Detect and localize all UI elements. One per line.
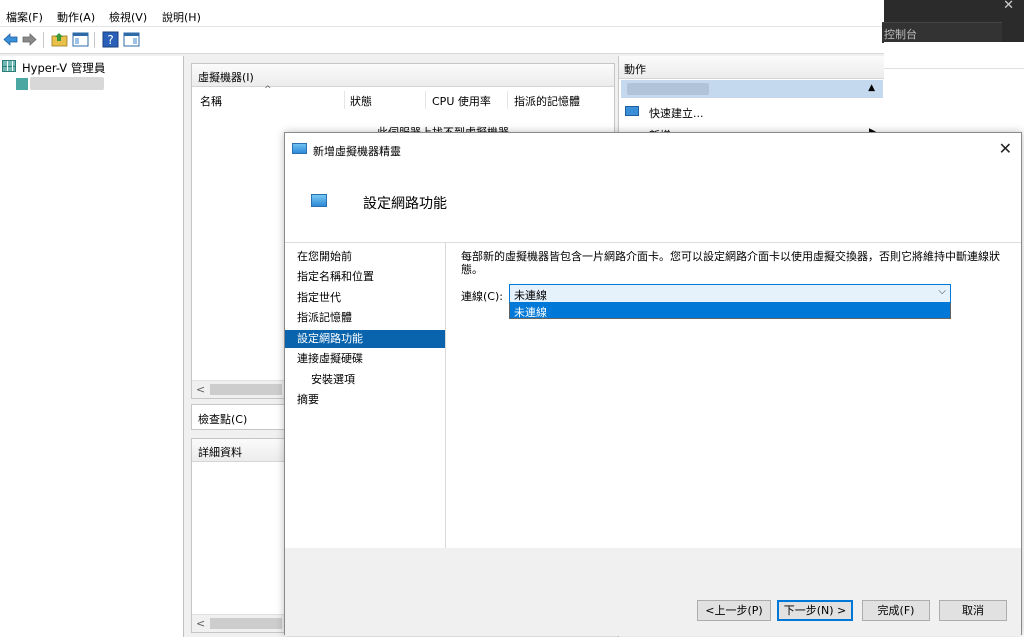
step-virtual-hard-disk[interactable]: 連接虛擬硬碟 [285, 350, 445, 368]
menu-file[interactable]: 檔案(F) [6, 9, 43, 25]
wizard-title-bar[interactable]: 新增虛擬機器精靈 ✕ [285, 133, 1021, 165]
action-quick-create-label: 快速建立... [649, 107, 704, 120]
close-icon[interactable]: ✕ [1003, 0, 1014, 13]
menu-help[interactable]: 說明(H) [162, 9, 201, 25]
next-button[interactable]: 下一步(N) > [777, 600, 853, 621]
network-vm-icon [311, 194, 327, 207]
back-arrow-icon[interactable] [2, 31, 19, 48]
wizard-header: 設定網路功能 [285, 165, 1021, 243]
chevron-down-icon[interactable]: ⌵ [938, 286, 946, 297]
details-title: 詳細資料 [198, 446, 242, 459]
wizard-footer [285, 548, 1021, 636]
scroll-thumb[interactable] [210, 384, 282, 395]
step-summary[interactable]: 摘要 [285, 391, 445, 409]
divider [884, 68, 1024, 69]
column-separator[interactable] [425, 91, 426, 109]
wizard-body: 在您開始前 指定名稱和位置 指定世代 指派記憶體 設定網路功能 連接虛擬硬碟 安… [285, 243, 1021, 636]
virtual-machines-title: 虛擬機器(I) [198, 71, 254, 84]
step-networking[interactable]: 設定網路功能 [285, 330, 445, 348]
dropdown-option-not-connected[interactable]: 未連線 [514, 304, 547, 320]
cancel-button[interactable]: 取消 [939, 600, 1007, 621]
menu-view[interactable]: 檢視(V) [109, 9, 147, 25]
column-assigned-memory[interactable]: 指派的記憶體 [514, 93, 580, 109]
up-folder-icon[interactable] [51, 31, 68, 48]
finish-button[interactable]: 完成(F) [862, 600, 930, 621]
actions-header: 動作 [619, 56, 885, 79]
previous-button[interactable]: <上一步(P) [697, 600, 771, 621]
forward-arrow-icon[interactable] [21, 31, 38, 48]
new-vm-wizard-dialog: 新增虛擬機器精靈 ✕ 設定網路功能 在您開始前 指定名稱和位置 指定世代 指派記… [284, 132, 1022, 636]
step-generation[interactable]: 指定世代 [285, 289, 445, 307]
hyperv-manager-icon [2, 60, 16, 72]
toolbar-separator [43, 32, 44, 48]
step-name-location[interactable]: 指定名稱和位置 [285, 268, 445, 286]
toolbar: ? [0, 27, 884, 54]
background-app-tab-label: 控制台 [884, 28, 917, 41]
show-hide-tree-icon[interactable] [72, 31, 89, 48]
scroll-left-icon[interactable]: < [196, 617, 205, 630]
show-hide-action-pane-icon[interactable] [123, 31, 140, 48]
column-separator[interactable] [344, 91, 345, 109]
column-state[interactable]: 狀態 [350, 93, 372, 109]
steps-divider [445, 243, 446, 548]
scroll-left-icon[interactable]: < [196, 383, 205, 396]
connection-label: 連線(C): [461, 290, 503, 303]
background-app-window: 控制台 ✕ [882, 0, 1024, 43]
help-icon[interactable]: ? [102, 31, 119, 48]
wizard-steps-list: 在您開始前 指定名稱和位置 指定世代 指派記憶體 設定網路功能 連接虛擬硬碟 安… [285, 243, 445, 548]
column-name[interactable]: 名稱 [200, 93, 222, 109]
server-name-redacted [627, 83, 709, 95]
collapse-caret-icon[interactable]: ▲ [868, 83, 875, 93]
checkpoints-title: 檢查點(C) [198, 413, 248, 426]
scroll-thumb[interactable] [210, 618, 282, 629]
close-icon[interactable]: ✕ [999, 139, 1012, 158]
wizard-app-icon [292, 143, 307, 154]
wizard-title: 新增虛擬機器精靈 [313, 145, 401, 158]
actions-server-group[interactable]: ▲ [621, 80, 883, 98]
menu-action[interactable]: 動作(A) [57, 9, 95, 25]
background-app-tab[interactable]: 控制台 [882, 22, 1002, 43]
toolbar-separator [94, 32, 95, 48]
connection-select[interactable]: 未連線 ⌵ [509, 284, 951, 303]
menu-bar: 檔案(F) 動作(A) 檢視(V) 說明(H) [0, 0, 884, 27]
tree-root-label: Hyper-V 管理員 [22, 61, 106, 75]
step-memory[interactable]: 指派記憶體 [285, 309, 445, 327]
connection-selected-value: 未連線 [514, 289, 547, 302]
wizard-page-heading: 設定網路功能 [363, 196, 447, 212]
network-description: 每部新的虛擬機器皆包含一片網路介面卡。您可以設定網路介面卡以使用虛擬交換器，否則… [461, 250, 1000, 276]
sort-caret-icon: ^ [264, 85, 272, 95]
column-separator[interactable] [507, 91, 508, 109]
server-name-redacted[interactable] [30, 77, 104, 90]
quick-create-icon [625, 106, 639, 116]
column-cpu-usage[interactable]: CPU 使用率 [432, 93, 491, 109]
console-tree: Hyper-V 管理員 [0, 56, 184, 637]
actions-title: 動作 [624, 63, 646, 76]
svg-text:?: ? [107, 33, 113, 47]
step-before-you-begin[interactable]: 在您開始前 [285, 248, 445, 266]
step-installation-options[interactable]: 安裝選項 [285, 371, 445, 389]
server-icon[interactable] [16, 78, 28, 90]
connection-dropdown-list: 未連線 [509, 303, 951, 319]
virtual-machines-header: 虛擬機器(I) [192, 64, 614, 87]
